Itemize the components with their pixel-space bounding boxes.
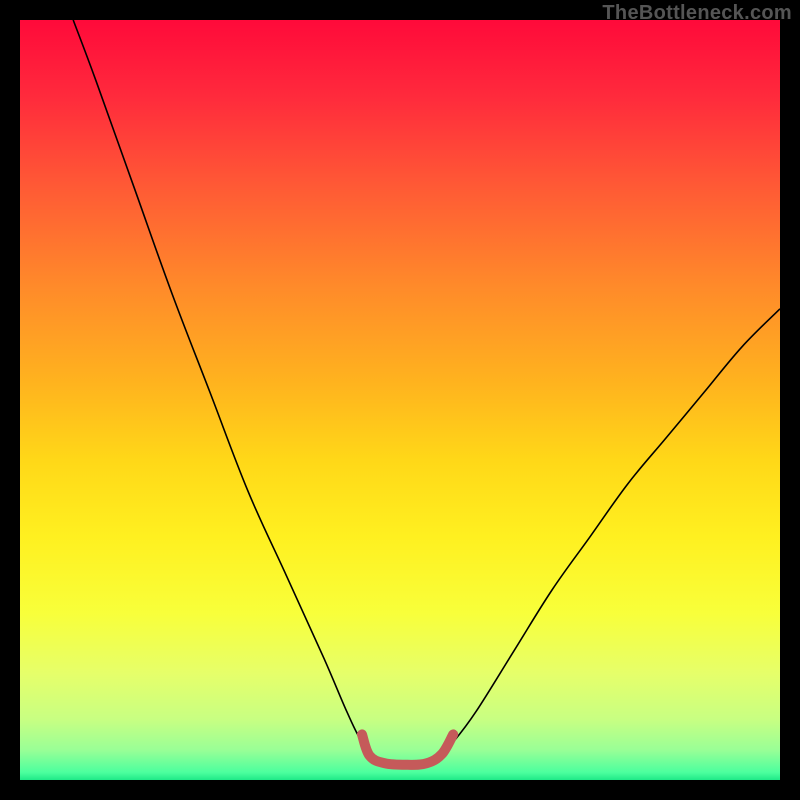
plot-area	[20, 20, 780, 780]
bottleneck-curve	[73, 20, 780, 765]
chart-frame: TheBottleneck.com	[0, 0, 800, 800]
optimal-range-marker	[362, 734, 453, 764]
bottleneck-curve-svg	[20, 20, 780, 780]
